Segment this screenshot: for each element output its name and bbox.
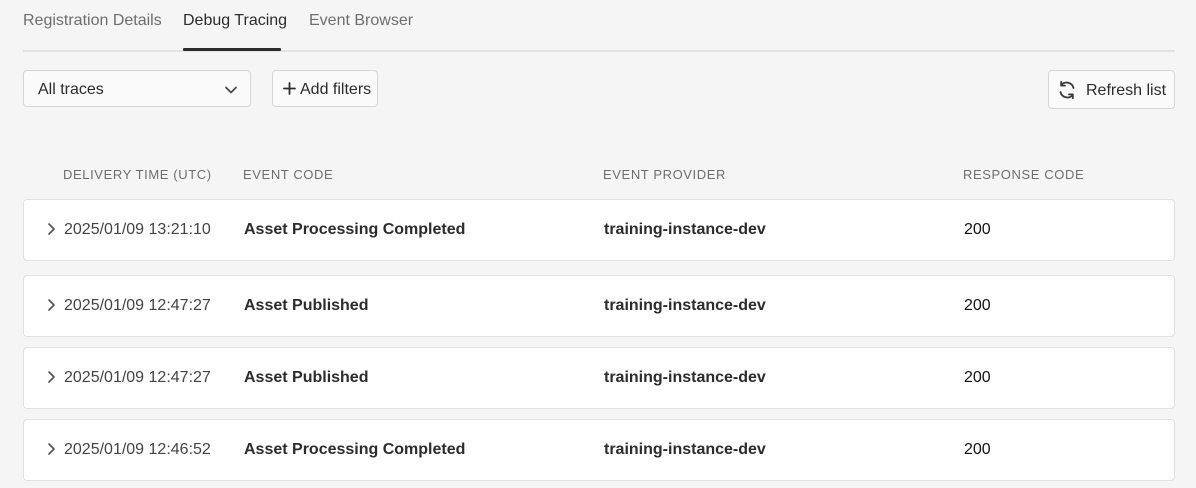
cell-event-code: Asset Processing Completed: [244, 441, 466, 458]
header-delivery-time[interactable]: DELIVERY TIME (UTC): [63, 167, 212, 182]
header-event-code[interactable]: EVENT CODE: [243, 167, 333, 182]
chevron-right-icon[interactable]: [46, 298, 56, 312]
add-filters-label: Add filters: [300, 81, 372, 98]
cell-event-provider: training-instance-dev: [604, 369, 766, 386]
plus-icon: [283, 82, 296, 95]
refresh-icon: [1059, 80, 1075, 100]
chevron-right-icon[interactable]: [46, 370, 56, 384]
cell-event-provider: training-instance-dev: [604, 441, 766, 458]
cell-delivery-time: 2025/01/09 12:47:27: [64, 297, 211, 314]
refresh-list-button[interactable]: Refresh list: [1048, 70, 1175, 109]
cell-event-code: Asset Processing Completed: [244, 221, 466, 238]
refresh-list-label: Refresh list: [1086, 82, 1167, 99]
cell-event-code: Asset Published: [244, 297, 369, 314]
table-row[interactable]: 2025/01/09 12:47:27 Asset Published trai…: [23, 347, 1175, 409]
chevron-right-icon[interactable]: [46, 222, 56, 236]
tab-event-browser[interactable]: Event Browser: [309, 12, 413, 30]
tab-bar: Registration Details Debug Tracing Event…: [23, 0, 1175, 52]
tab-debug-tracing[interactable]: Debug Tracing: [183, 12, 287, 30]
table-row[interactable]: 2025/01/09 12:46:52 Asset Processing Com…: [23, 419, 1175, 481]
header-response-code[interactable]: RESPONSE CODE: [963, 167, 1084, 182]
active-tab-indicator: [183, 48, 281, 51]
trace-filter-value: All traces: [38, 81, 104, 98]
cell-response-code: 200: [964, 369, 991, 386]
chevron-down-icon: [225, 86, 237, 94]
cell-event-code: Asset Published: [244, 369, 369, 386]
cell-event-provider: training-instance-dev: [604, 297, 766, 314]
cell-delivery-time: 2025/01/09 13:21:10: [64, 221, 211, 238]
chevron-right-icon[interactable]: [46, 442, 56, 456]
table-row[interactable]: 2025/01/09 13:21:10 Asset Processing Com…: [23, 199, 1175, 261]
tab-registration-details[interactable]: Registration Details: [23, 12, 162, 30]
add-filters-button[interactable]: Add filters: [272, 70, 378, 107]
cell-response-code: 200: [964, 441, 991, 458]
cell-response-code: 200: [964, 297, 991, 314]
trace-filter-select[interactable]: All traces: [23, 70, 251, 107]
table-row[interactable]: 2025/01/09 12:47:27 Asset Published trai…: [23, 275, 1175, 337]
cell-event-provider: training-instance-dev: [604, 221, 766, 238]
cell-response-code: 200: [964, 221, 991, 238]
cell-delivery-time: 2025/01/09 12:46:52: [64, 441, 211, 458]
cell-delivery-time: 2025/01/09 12:47:27: [64, 369, 211, 386]
header-event-provider[interactable]: EVENT PROVIDER: [603, 167, 726, 182]
